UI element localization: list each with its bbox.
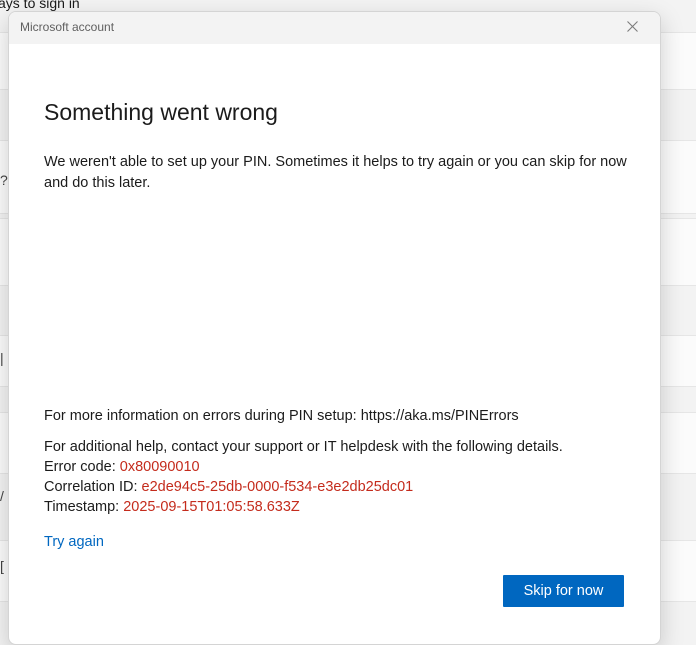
try-again-link[interactable]: Try again <box>44 534 104 550</box>
background-row-icon: ? <box>0 172 8 188</box>
help-details: For additional help, contact your suppor… <box>44 437 563 517</box>
skip-for-now-button[interactable]: Skip for now <box>503 575 624 607</box>
background-section-heading: ays to sign in <box>0 0 80 11</box>
timestamp-label: Timestamp: <box>44 499 120 515</box>
dialog-titlebar: Microsoft account <box>9 12 660 44</box>
background-row-icon: | <box>0 350 4 366</box>
background-row-icon: / <box>0 488 4 504</box>
more-info-text: For more information on errors during PI… <box>44 408 519 424</box>
background-row-icon: [ <box>0 558 4 574</box>
error-code-value: 0x80090010 <box>119 459 200 475</box>
timestamp-value: 2025-09-15T01:05:58.633Z <box>123 499 300 515</box>
error-heading: Something went wrong <box>44 99 278 125</box>
error-description: We weren't able to set up your PIN. Some… <box>44 154 627 191</box>
correlation-id-label: Correlation ID: <box>44 479 138 495</box>
window-title: Microsoft account <box>20 20 115 34</box>
correlation-id-line: Correlation ID: e2de94c5-25db-0000-f534-… <box>44 477 563 497</box>
microsoft-account-dialog: Microsoft account Something went wrong W… <box>8 11 661 645</box>
help-intro: For additional help, contact your suppor… <box>44 439 563 455</box>
error-code-label: Error code: <box>44 459 116 475</box>
close-icon <box>626 19 638 37</box>
timestamp-line: Timestamp: 2025-09-15T01:05:58.633Z <box>44 497 563 517</box>
error-code-line: Error code: 0x80090010 <box>44 457 563 477</box>
close-button[interactable] <box>612 14 652 42</box>
correlation-id-value: e2de94c5-25db-0000-f534-e3e2db25dc01 <box>141 479 414 495</box>
